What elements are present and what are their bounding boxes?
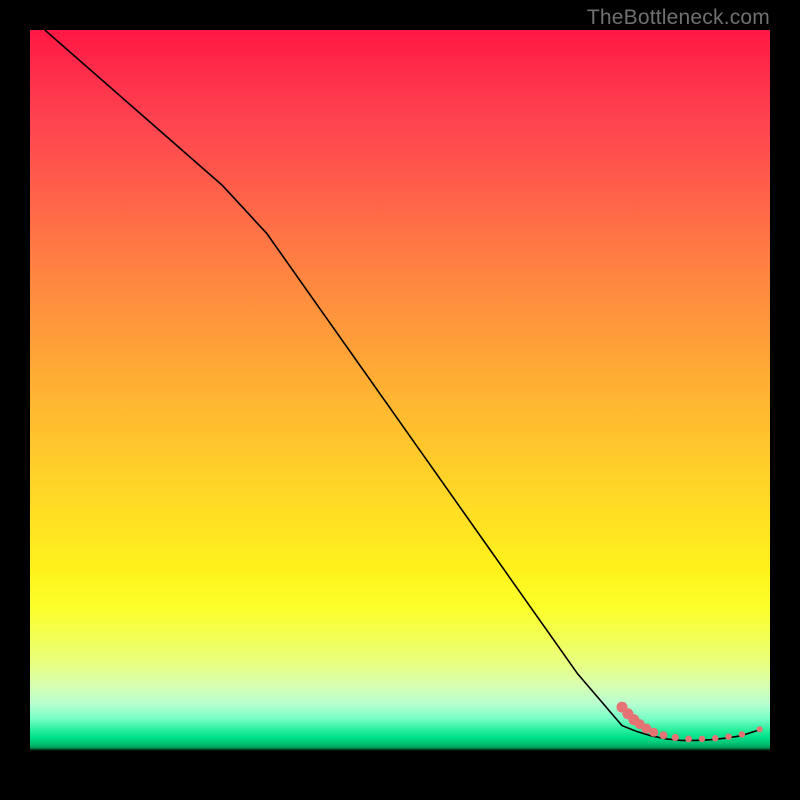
marker-dot: [712, 735, 718, 741]
marker-dot: [725, 734, 731, 740]
bottleneck-curve: [45, 30, 759, 740]
stage: TheBottleneck.com: [0, 0, 800, 800]
marker-dot: [649, 728, 658, 737]
marker-group: [617, 702, 763, 743]
plot-area: [30, 30, 770, 770]
marker-dot: [739, 731, 745, 737]
watermark-text: TheBottleneck.com: [587, 6, 770, 30]
marker-dot: [659, 731, 667, 739]
marker-dot: [699, 736, 705, 742]
marker-dot: [685, 736, 692, 743]
chart-svg: [30, 30, 770, 770]
marker-dot: [672, 734, 679, 741]
marker-dot: [757, 726, 763, 732]
